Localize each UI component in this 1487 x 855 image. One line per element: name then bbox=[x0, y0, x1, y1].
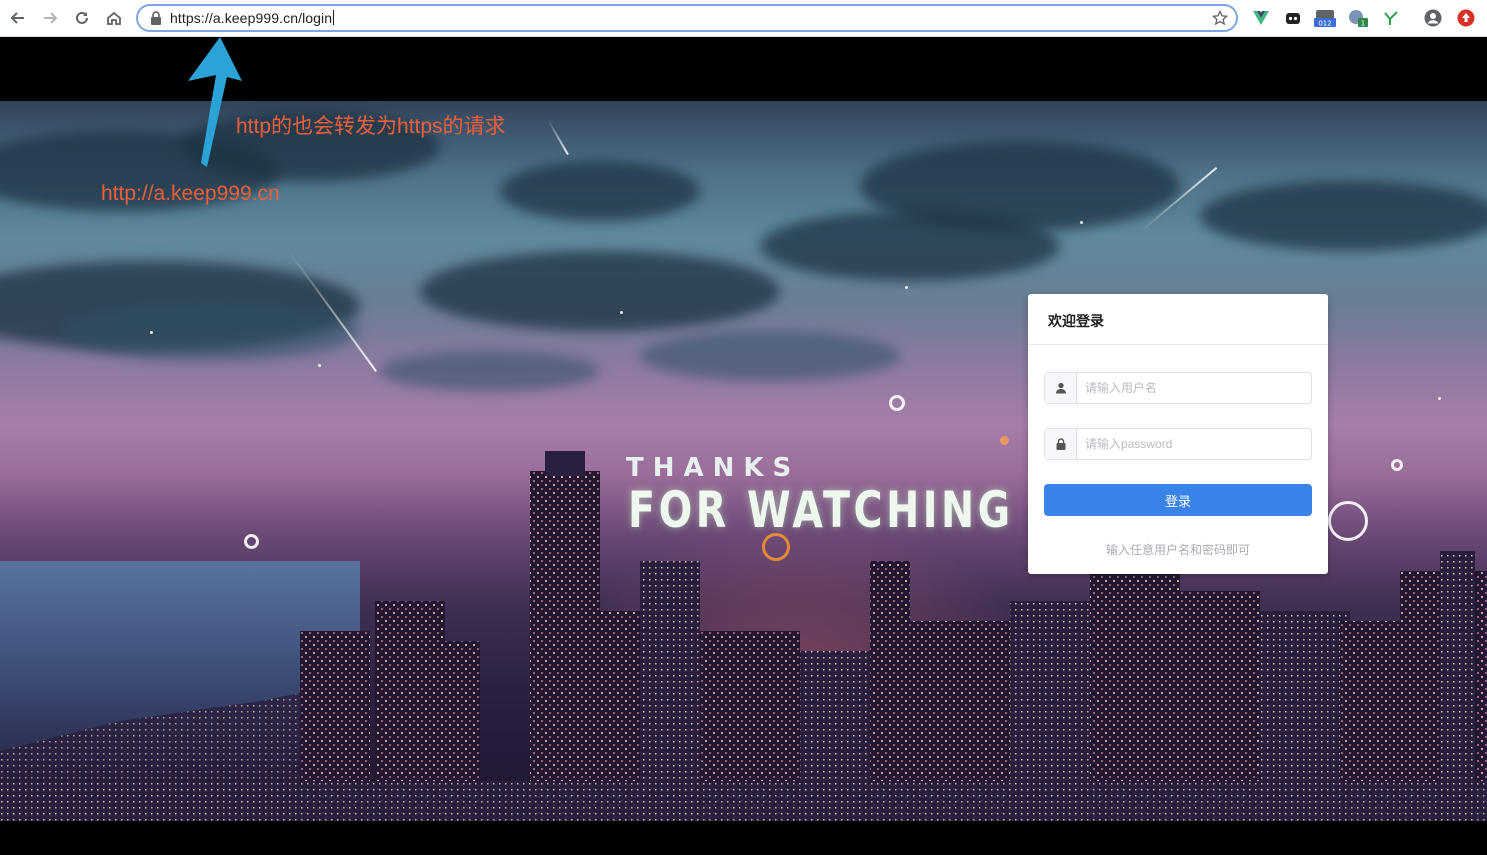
extension-translate-icon[interactable]: 1 bbox=[1348, 9, 1370, 27]
vue-devtools-icon[interactable] bbox=[1252, 9, 1270, 27]
reload-button[interactable] bbox=[72, 8, 92, 28]
username-field[interactable] bbox=[1044, 372, 1312, 404]
zoom-badge: 012 bbox=[1318, 20, 1331, 28]
star bbox=[905, 286, 908, 289]
profile-avatar-icon[interactable] bbox=[1424, 9, 1442, 27]
meteor bbox=[547, 119, 569, 156]
cloud bbox=[60, 301, 360, 361]
light-ring bbox=[889, 395, 905, 411]
star bbox=[1000, 436, 1009, 445]
star bbox=[150, 331, 153, 334]
star bbox=[318, 364, 321, 367]
light-ring bbox=[244, 534, 259, 549]
extension-robot-icon[interactable] bbox=[1284, 9, 1302, 27]
cloud bbox=[640, 331, 900, 381]
letterbox-bottom bbox=[0, 821, 1487, 855]
password-input[interactable] bbox=[1077, 429, 1311, 459]
password-addon bbox=[1045, 429, 1077, 459]
cloud bbox=[420, 251, 780, 331]
browser-toolbar: https://a.keep999.cn/login 012 1 bbox=[0, 0, 1487, 37]
extension-leaf-icon[interactable] bbox=[1382, 9, 1400, 27]
extension-calendar-icon[interactable]: 012 bbox=[1314, 9, 1336, 27]
annotation-http-url: http://a.keep999.cn bbox=[101, 182, 280, 205]
update-badge: 1 bbox=[1361, 20, 1365, 28]
cloud bbox=[1200, 181, 1487, 251]
annotation-note: http的也会转发为https的请求 bbox=[236, 115, 506, 138]
cloud bbox=[760, 211, 1060, 281]
login-page: THANKS FOR WATCHING http的也会转发为https的请求 h… bbox=[0, 37, 1487, 855]
login-card: 欢迎登录 登录 输入任意用户名和密码即可 bbox=[1028, 294, 1328, 574]
home-button[interactable] bbox=[104, 8, 124, 28]
back-button[interactable] bbox=[8, 8, 28, 28]
address-bar[interactable]: https://a.keep999.cn/login bbox=[136, 4, 1238, 32]
address-url[interactable]: https://a.keep999.cn/login bbox=[170, 10, 335, 26]
light-ring bbox=[1328, 501, 1368, 541]
forward-button[interactable] bbox=[40, 8, 60, 28]
home-icon bbox=[107, 11, 121, 25]
star bbox=[1438, 397, 1441, 400]
login-hint: 输入任意用户名和密码即可 bbox=[1105, 543, 1250, 557]
bookmark-star-icon[interactable] bbox=[1212, 10, 1228, 26]
video-title-watching: FOR WATCHING bbox=[628, 481, 1014, 539]
user-icon bbox=[1055, 382, 1066, 394]
cloud bbox=[380, 351, 600, 391]
video-title-thanks: THANKS bbox=[626, 453, 801, 483]
star bbox=[620, 311, 623, 314]
lock-icon bbox=[151, 11, 161, 25]
light-ring bbox=[1391, 459, 1403, 471]
back-arrow-icon bbox=[10, 12, 24, 24]
username-input[interactable] bbox=[1077, 373, 1311, 403]
login-button[interactable]: 登录 bbox=[1044, 484, 1312, 516]
username-addon bbox=[1045, 373, 1077, 403]
annotation-arrow-icon bbox=[188, 37, 242, 167]
lock-icon bbox=[1056, 438, 1065, 450]
cloud bbox=[500, 161, 700, 221]
update-available-icon[interactable] bbox=[1457, 9, 1475, 27]
reload-icon bbox=[76, 11, 88, 24]
login-title: 欢迎登录 bbox=[1028, 294, 1328, 345]
star bbox=[1080, 221, 1083, 224]
password-field[interactable] bbox=[1044, 428, 1312, 460]
forward-arrow-icon bbox=[44, 12, 58, 24]
